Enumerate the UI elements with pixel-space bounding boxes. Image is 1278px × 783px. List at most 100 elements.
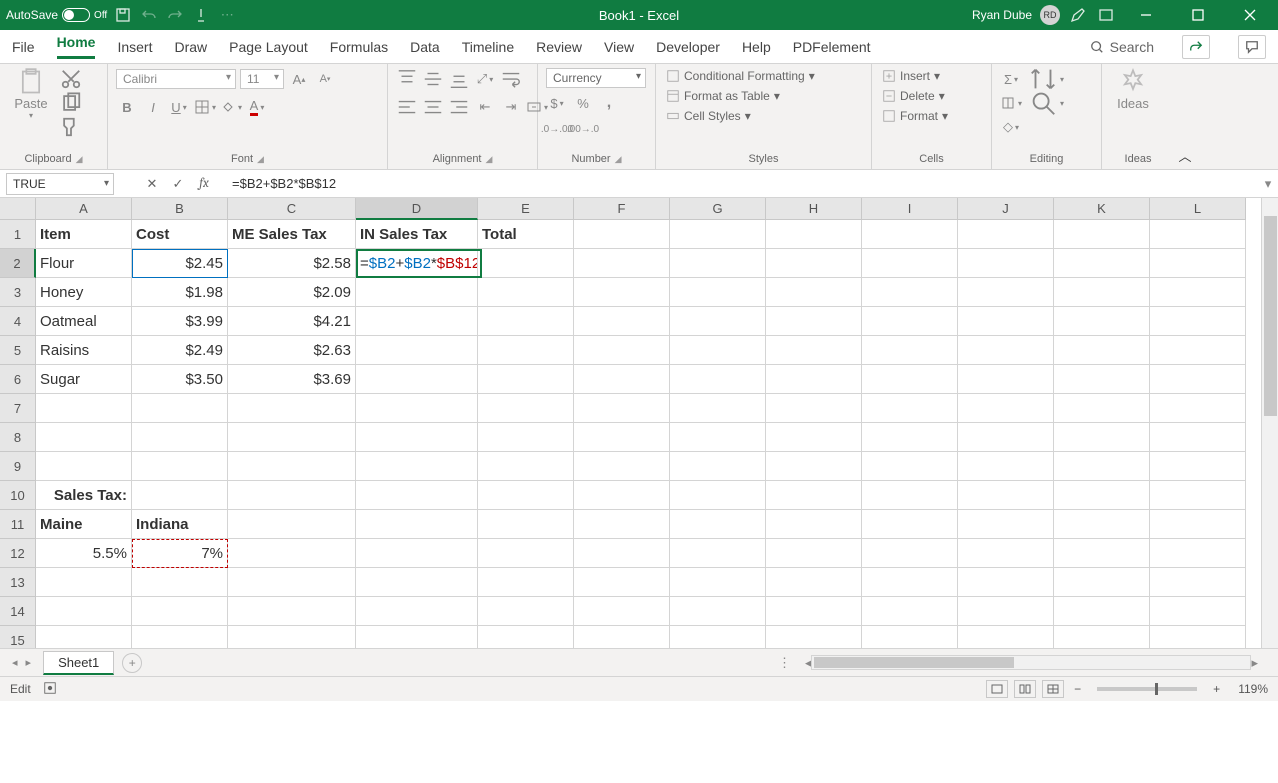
cell[interactable]	[574, 452, 670, 481]
cell[interactable]	[670, 510, 766, 539]
cell[interactable]	[766, 307, 862, 336]
cell[interactable]	[1054, 626, 1150, 648]
expand-formula-bar-icon[interactable]: ▾	[1258, 176, 1278, 192]
insert-function-icon[interactable]: fx	[194, 176, 214, 192]
cell[interactable]	[862, 336, 958, 365]
cell[interactable]	[478, 539, 574, 568]
column-header[interactable]: L	[1150, 198, 1246, 220]
column-header[interactable]: G	[670, 198, 766, 220]
cell[interactable]	[36, 597, 132, 626]
cell[interactable]: 7%	[132, 539, 228, 568]
cell[interactable]	[574, 626, 670, 648]
cell[interactable]	[862, 307, 958, 336]
cell[interactable]	[766, 336, 862, 365]
cell[interactable]	[862, 597, 958, 626]
cell[interactable]	[1054, 481, 1150, 510]
cell[interactable]	[1150, 510, 1246, 539]
fill-color-icon[interactable]: ▾	[220, 96, 242, 118]
cell[interactable]	[478, 307, 574, 336]
cell[interactable]	[670, 626, 766, 648]
cell[interactable]	[1150, 539, 1246, 568]
cell[interactable]	[862, 278, 958, 307]
cell[interactable]	[1150, 568, 1246, 597]
increase-decimal-icon[interactable]: .0→.00	[546, 118, 568, 140]
cell[interactable]	[862, 394, 958, 423]
cell[interactable]	[1054, 452, 1150, 481]
row-header[interactable]: 5	[0, 336, 36, 365]
cell[interactable]	[1054, 365, 1150, 394]
dialog-launcher-icon[interactable]: ◢	[615, 154, 622, 165]
autosave-toggle[interactable]: AutoSave Off	[6, 8, 107, 22]
undo-icon[interactable]	[139, 5, 159, 25]
cell[interactable]	[132, 597, 228, 626]
row-header[interactable]: 9	[0, 452, 36, 481]
cell[interactable]	[228, 568, 356, 597]
cell[interactable]	[958, 278, 1054, 307]
row-header[interactable]: 1	[0, 220, 36, 249]
user-avatar[interactable]: RD	[1040, 5, 1060, 25]
row-header[interactable]: 7	[0, 394, 36, 423]
cell[interactable]	[228, 539, 356, 568]
autosum-icon[interactable]: Σ▾	[1000, 68, 1022, 90]
cell[interactable]	[478, 249, 574, 278]
cell[interactable]: $2.63	[228, 336, 356, 365]
cell[interactable]: $3.99	[132, 307, 228, 336]
align-center-icon[interactable]	[422, 96, 444, 118]
row-header[interactable]: 14	[0, 597, 36, 626]
column-header[interactable]: B	[132, 198, 228, 220]
bold-button[interactable]: B	[116, 96, 138, 118]
number-format-select[interactable]: Currency	[546, 68, 646, 88]
align-bottom-icon[interactable]	[448, 68, 470, 90]
enter-formula-icon[interactable]: ✓	[168, 176, 188, 192]
column-header[interactable]: E	[478, 198, 574, 220]
cell[interactable]	[478, 510, 574, 539]
column-header[interactable]: K	[1054, 198, 1150, 220]
cell[interactable]	[356, 452, 478, 481]
tab-formulas[interactable]: Formulas	[330, 39, 388, 55]
cell[interactable]	[766, 220, 862, 249]
cell[interactable]	[958, 626, 1054, 648]
cell[interactable]	[478, 568, 574, 597]
format-painter-icon[interactable]	[60, 116, 82, 138]
zoom-level[interactable]: 119%	[1238, 682, 1268, 696]
spreadsheet-grid[interactable]: ABCDEFGHIJKL1ItemCostME Sales TaxIN Sale…	[0, 198, 1278, 648]
cell[interactable]: Cost	[132, 220, 228, 249]
cell[interactable]	[1054, 278, 1150, 307]
cell[interactable]: ME Sales Tax	[228, 220, 356, 249]
vertical-scrollbar[interactable]	[1261, 198, 1278, 648]
formula-input[interactable]: =$B2+$B2*$B$12	[224, 176, 1258, 191]
cell[interactable]	[36, 394, 132, 423]
row-header[interactable]: 15	[0, 626, 36, 648]
cell[interactable]	[670, 452, 766, 481]
touch-mode-icon[interactable]	[191, 5, 211, 25]
cell[interactable]	[862, 423, 958, 452]
sort-filter-icon[interactable]: ▾	[1028, 68, 1064, 90]
find-select-icon[interactable]: ▾	[1028, 92, 1064, 114]
sheet-nav-prev-icon[interactable]: ◂	[12, 656, 18, 669]
cell[interactable]: Maine	[36, 510, 132, 539]
sheet-tab[interactable]: Sheet1	[43, 651, 114, 675]
currency-icon[interactable]: $▾	[546, 92, 568, 114]
align-top-icon[interactable]	[396, 68, 418, 90]
cell[interactable]	[356, 539, 478, 568]
cell[interactable]: $2.58	[228, 249, 356, 278]
cell[interactable]	[958, 220, 1054, 249]
cell[interactable]	[1054, 539, 1150, 568]
cell[interactable]	[132, 423, 228, 452]
cell[interactable]	[356, 626, 478, 648]
cell[interactable]	[766, 365, 862, 394]
cell[interactable]	[1150, 626, 1246, 648]
tab-home[interactable]: Home	[57, 34, 96, 59]
page-break-view-icon[interactable]	[1042, 680, 1064, 698]
cell[interactable]	[1054, 597, 1150, 626]
align-middle-icon[interactable]	[422, 68, 444, 90]
cell[interactable]: Indiana	[132, 510, 228, 539]
row-header[interactable]: 6	[0, 365, 36, 394]
cell[interactable]	[1150, 278, 1246, 307]
collapse-ribbon-icon[interactable]: ︿	[1174, 64, 1196, 169]
tab-draw[interactable]: Draw	[174, 39, 207, 55]
cell[interactable]	[356, 278, 478, 307]
cell[interactable]	[356, 336, 478, 365]
decrease-indent-icon[interactable]: ⇤	[474, 96, 496, 118]
cell[interactable]	[356, 481, 478, 510]
